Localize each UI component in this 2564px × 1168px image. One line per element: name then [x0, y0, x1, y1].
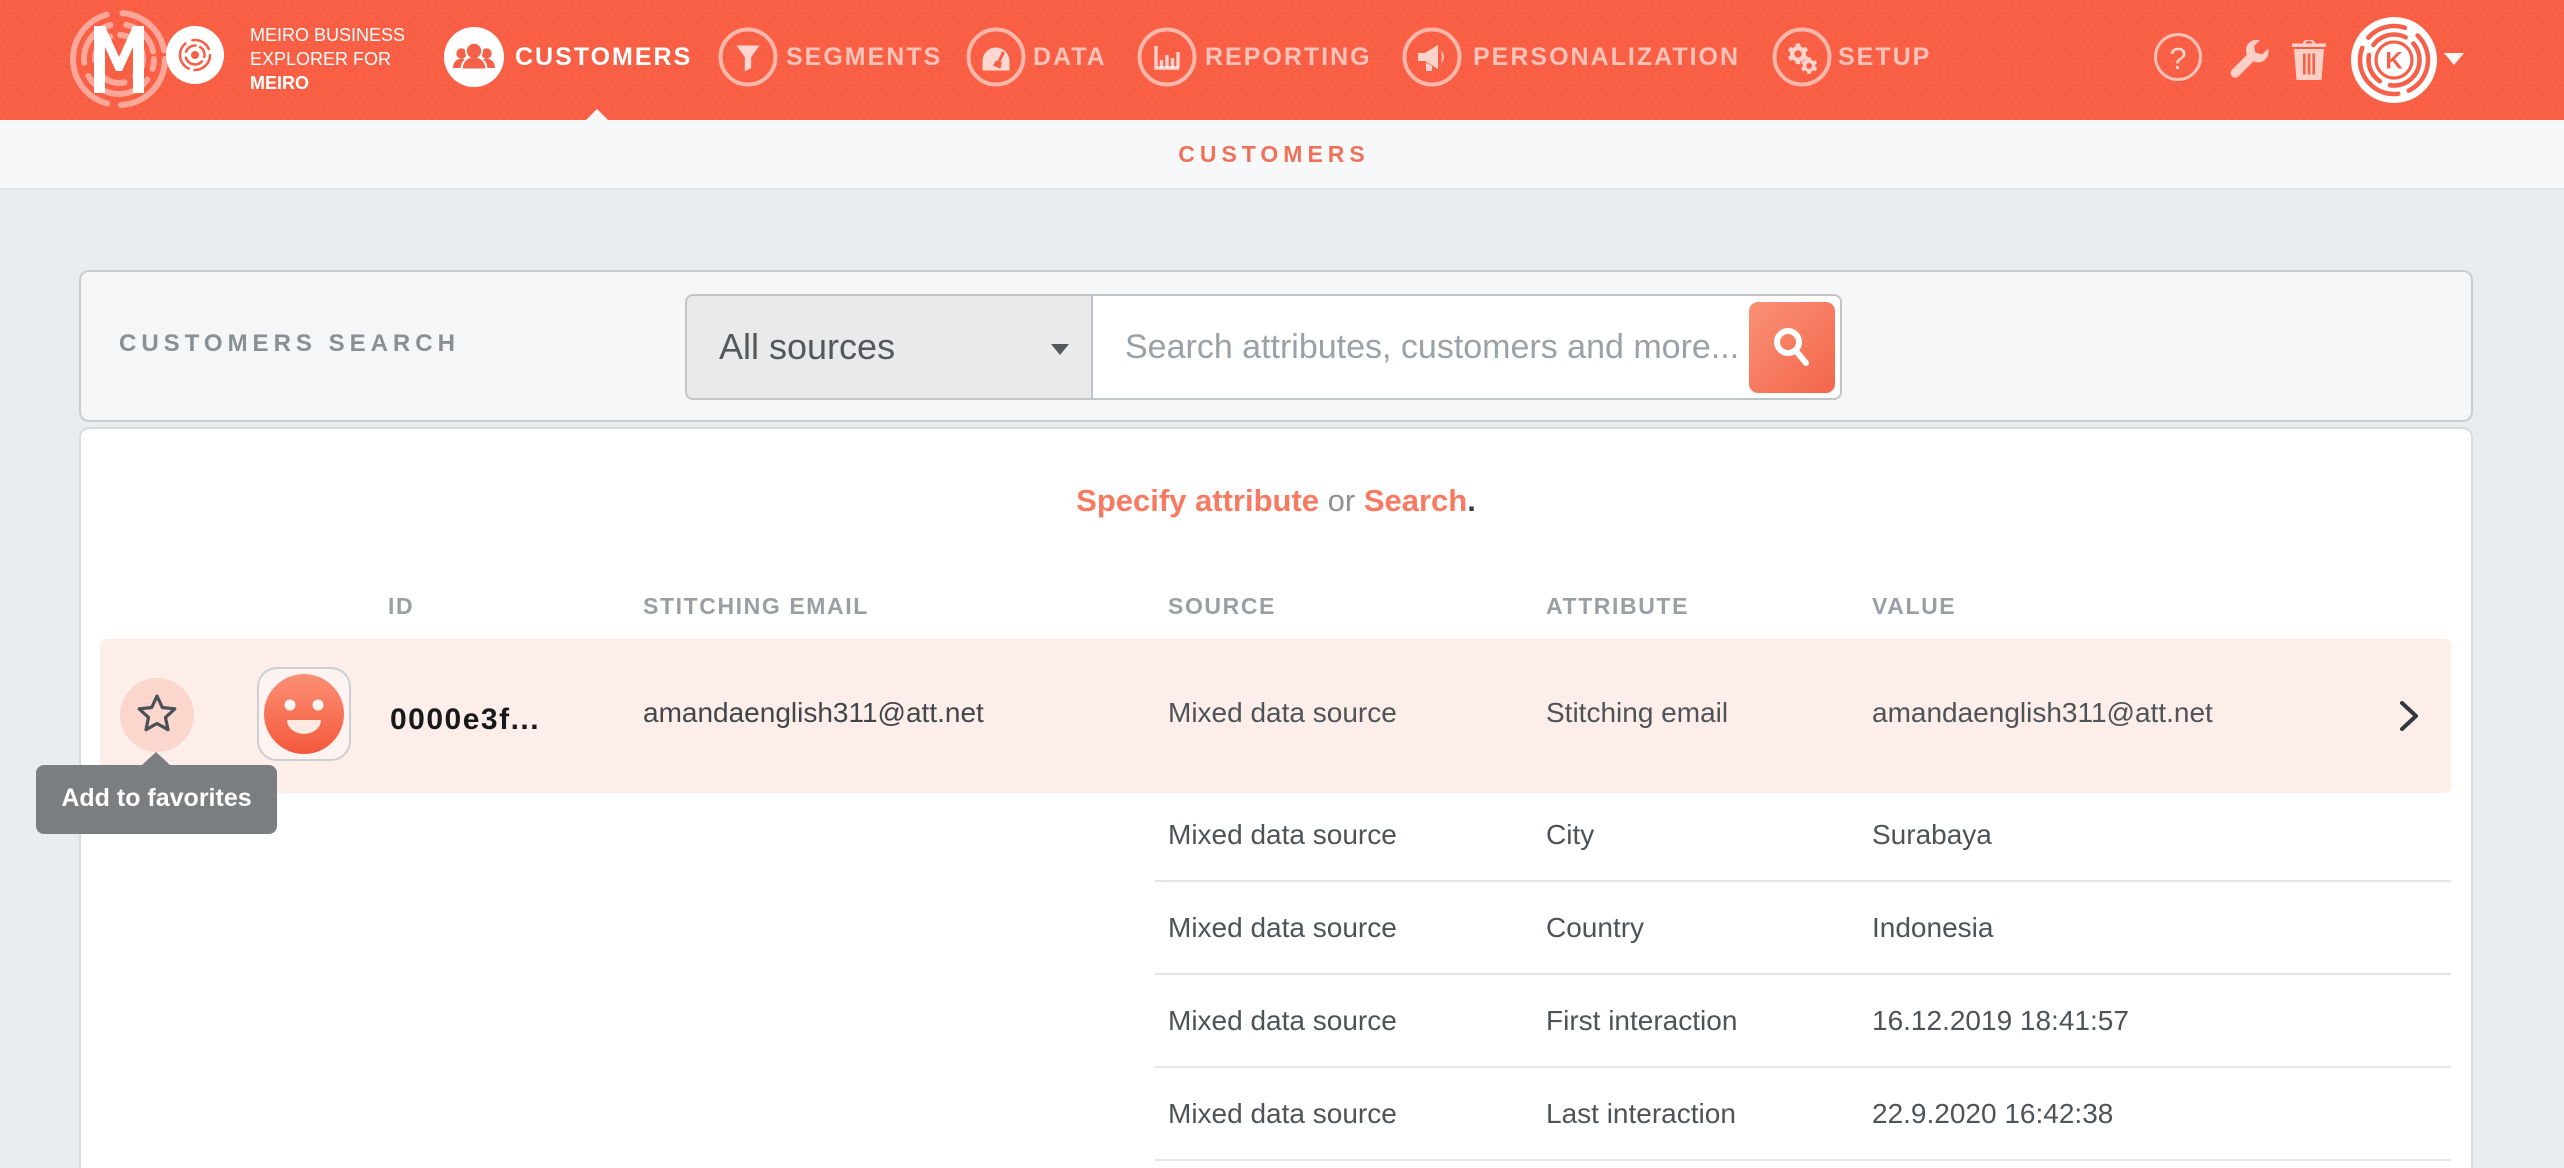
svg-text:K: K	[2385, 48, 2403, 75]
